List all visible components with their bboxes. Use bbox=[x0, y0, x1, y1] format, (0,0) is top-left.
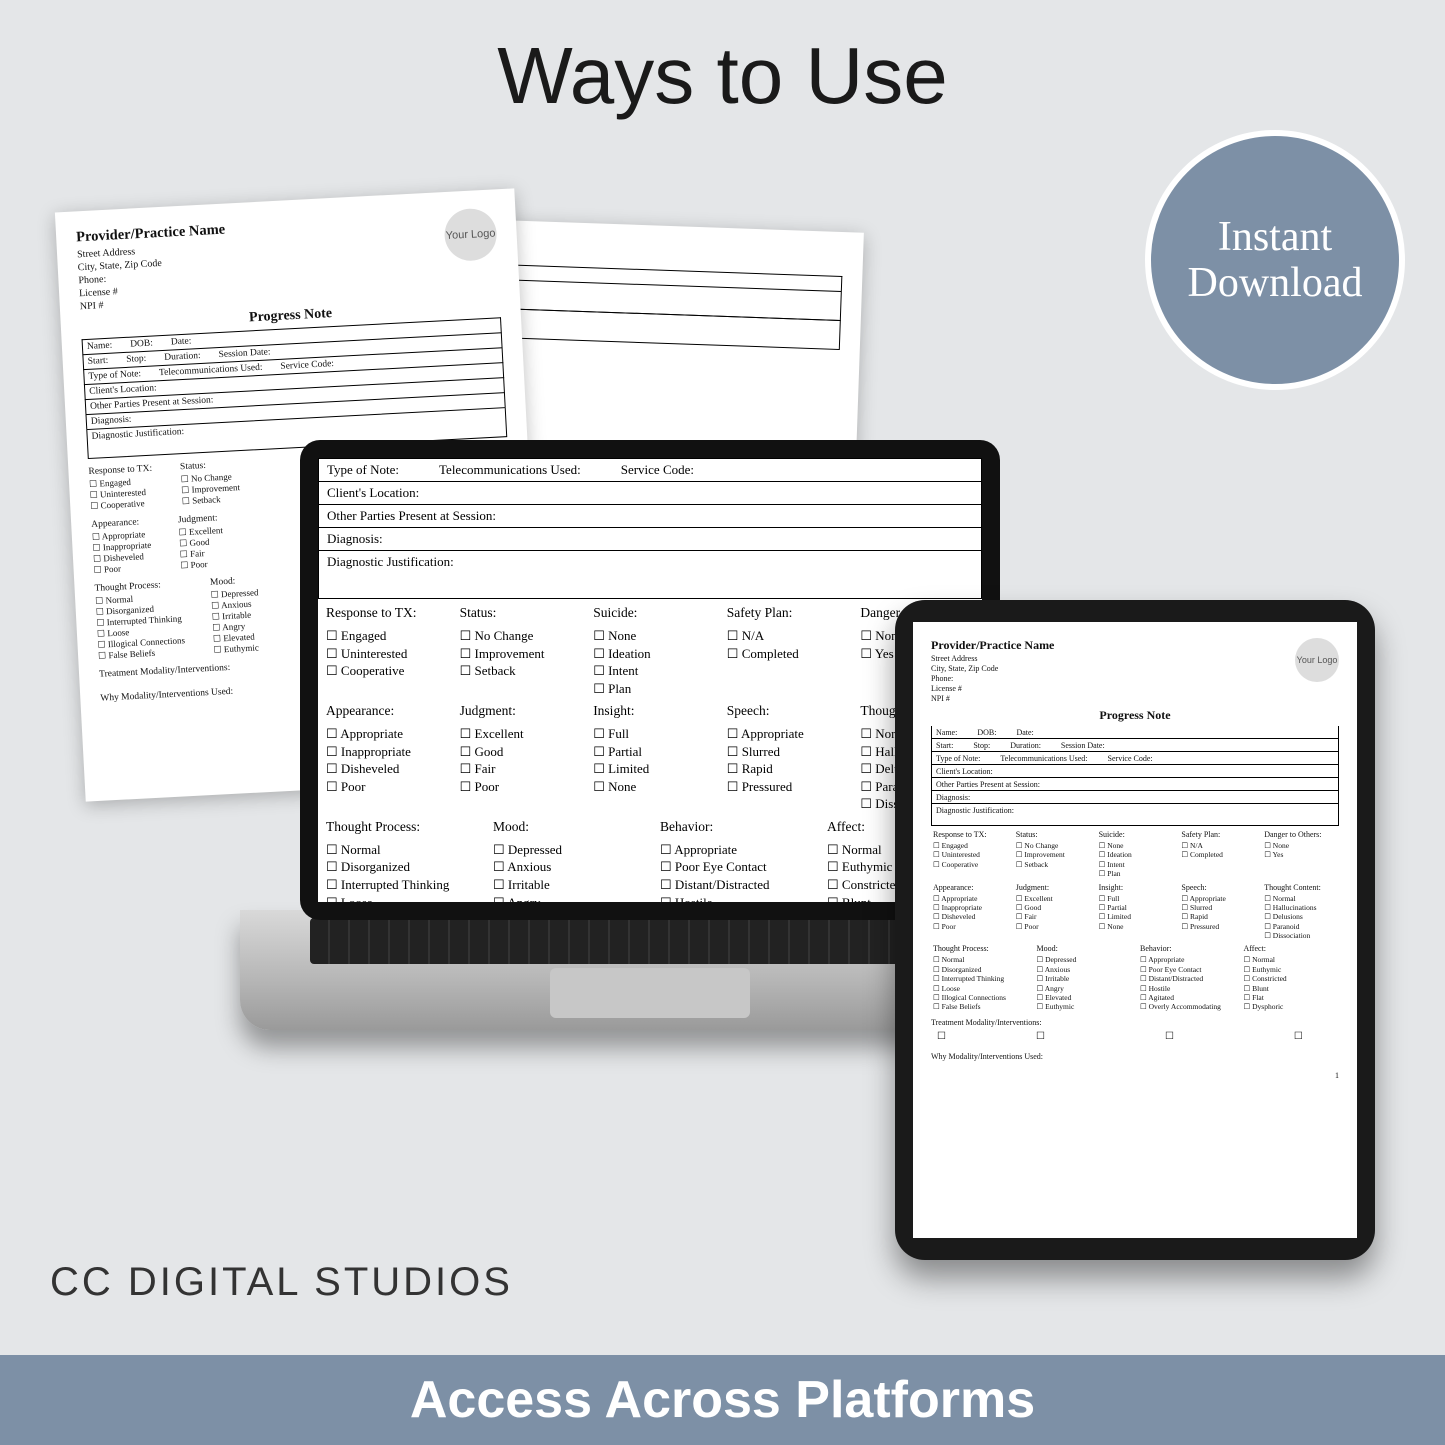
page-number: 1 bbox=[931, 1071, 1339, 1080]
provider-address: Street Address City, State, Zip Code Pho… bbox=[77, 241, 229, 314]
laptop-checklist-row3: Thought Process: Normal Disorganized Int… bbox=[318, 813, 982, 902]
badge-line1: Instant bbox=[1218, 214, 1332, 260]
tablet-mockup: Provider/Practice Name Street Address Ci… bbox=[895, 600, 1375, 1260]
badge-line2: Download bbox=[1188, 260, 1363, 306]
laptop-checklist-row2: Appearance: Appropriate Inappropriate Di… bbox=[318, 697, 982, 813]
laptop-checklist-row1: Response to TX: Engaged Uninterested Coo… bbox=[318, 599, 982, 697]
logo-placeholder: Your Logo bbox=[443, 207, 498, 262]
logo-placeholder: Your Logo bbox=[1295, 638, 1339, 682]
page-heading: Ways to Use bbox=[0, 30, 1445, 122]
footer-bar: Access Across Platforms bbox=[0, 1355, 1445, 1445]
laptop-screen-content: Type of Note:Telecommunications Used:Ser… bbox=[318, 458, 982, 902]
brand-label: CC DIGITAL STUDIOS bbox=[50, 1260, 513, 1305]
tablet-screen-content: Provider/Practice Name Street Address Ci… bbox=[913, 622, 1357, 1238]
instant-download-badge: Instant Download bbox=[1145, 130, 1405, 390]
